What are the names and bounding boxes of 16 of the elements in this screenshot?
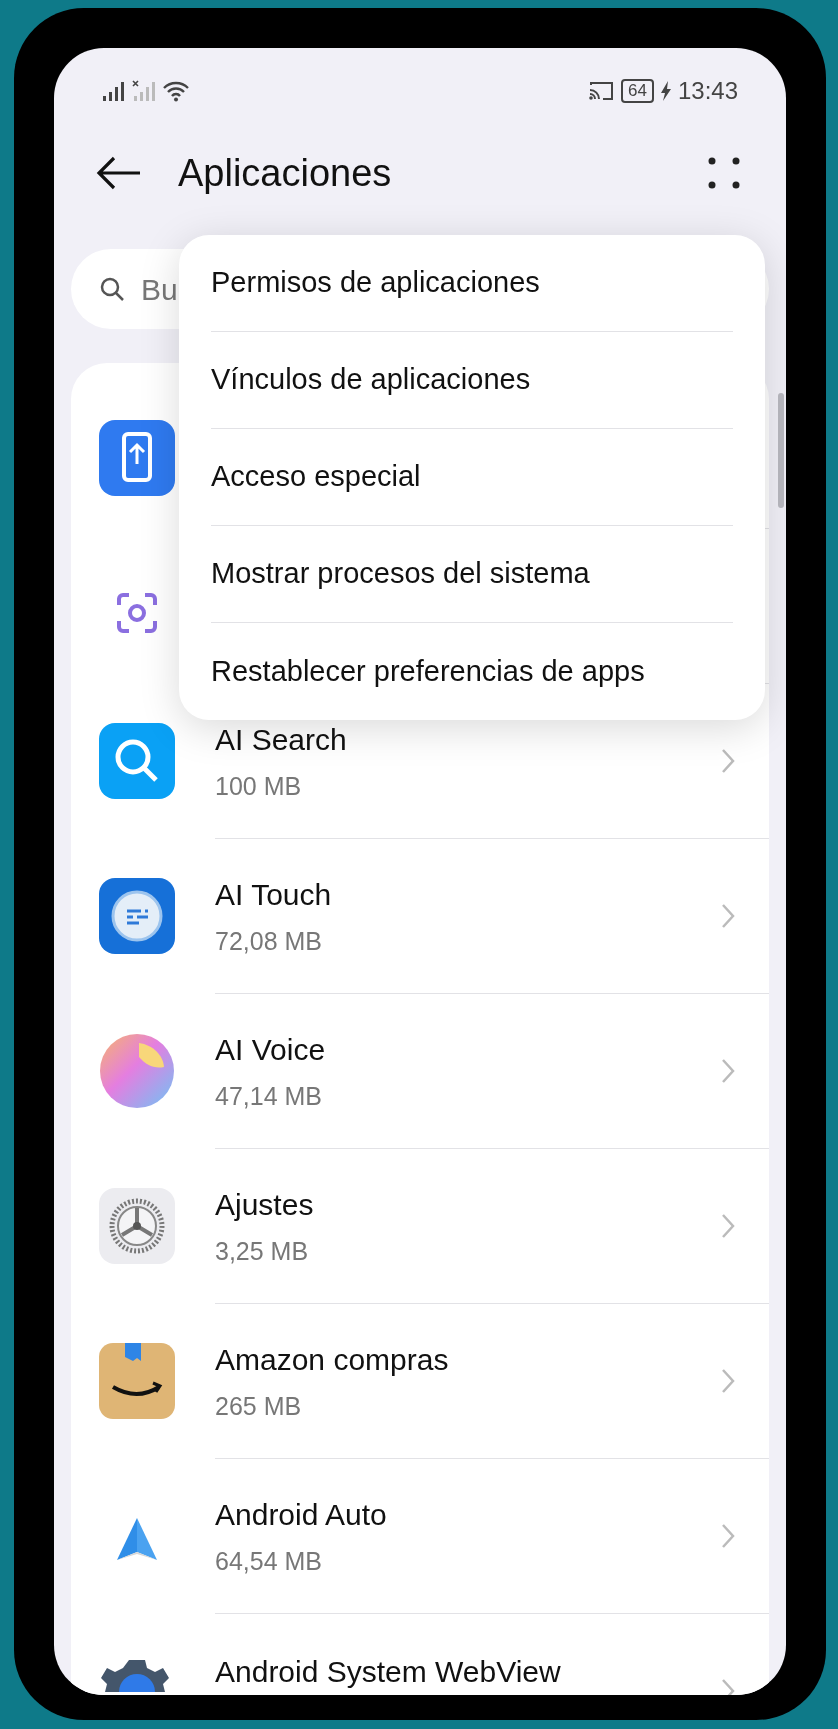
app-name: AI Touch <box>215 876 333 913</box>
page-title: Aplicaciones <box>178 150 393 196</box>
app-size: 64,54 MB <box>215 1545 323 1577</box>
app-size: 3,25 MB <box>215 1235 310 1267</box>
status-time: 13:43 <box>677 75 738 106</box>
app-size: 265 MB <box>215 1390 303 1422</box>
app-name: AI Voice <box>215 1031 327 1068</box>
app-name: Amazon compras <box>215 1341 450 1378</box>
battery-level: 64 <box>621 78 654 103</box>
app-size: 100 MB <box>215 770 303 802</box>
app-size: 72,08 MB <box>215 925 323 957</box>
app-name: Android Auto <box>215 1496 388 1533</box>
app-name: Android System WebView <box>215 1653 562 1690</box>
app-size: 47,14 MB <box>215 1080 323 1112</box>
app-name: AI Search <box>215 721 348 758</box>
app-name: Ajustes <box>215 1186 315 1223</box>
